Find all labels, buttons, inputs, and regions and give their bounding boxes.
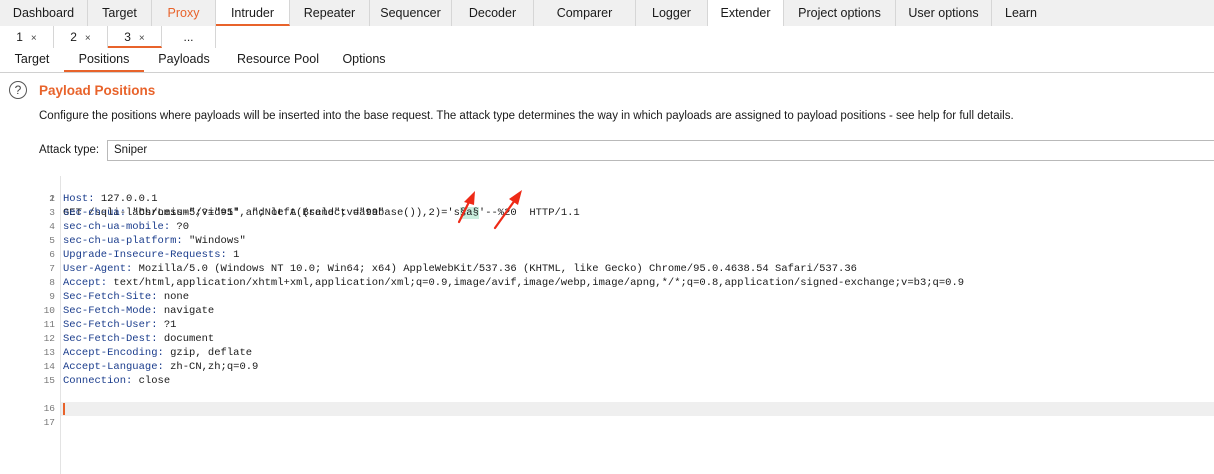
annotation-arrow [457,191,475,224]
annotation-arrow [493,190,522,230]
annotation-arrows [457,190,522,230]
